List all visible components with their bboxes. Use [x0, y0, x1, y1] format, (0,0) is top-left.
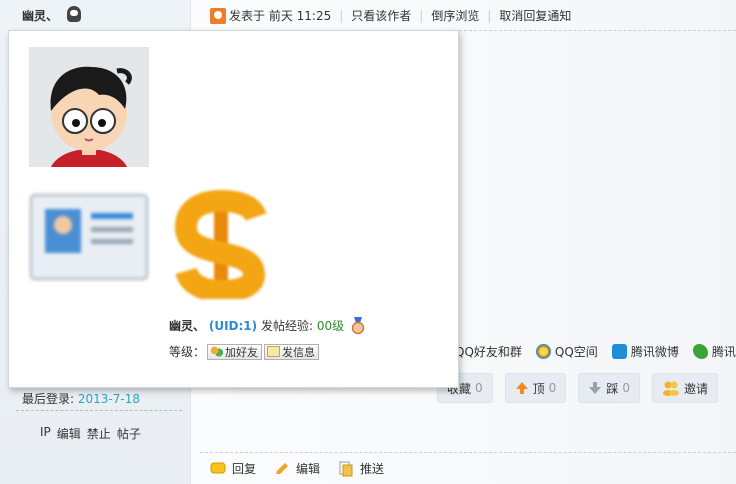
popup-username[interactable]: 幽灵、 — [169, 319, 205, 333]
share-tpengyou[interactable]: 腾讯 — [692, 343, 736, 360]
post-header: 发表于 前天 11:25 | 只看该作者 | 倒序浏览 | 取消回复通知 — [210, 7, 571, 24]
reverse-order-link[interactable]: 倒序浏览 — [431, 7, 479, 24]
user-card-popup: 幽灵、 (UID:1) 发帖经验: 00级 等级： 加好友 发信息 — [8, 30, 459, 388]
user-icon — [210, 7, 226, 24]
tweibo-icon — [611, 344, 627, 359]
ip-link[interactable]: IP — [40, 425, 51, 442]
action-buttons: 收藏 0 顶0 踩0 邀请 — [437, 373, 718, 403]
send-message-button[interactable]: 发信息 — [264, 343, 320, 360]
medal-icon — [351, 317, 365, 335]
share-qq-friends[interactable]: QQ好友和群 — [455, 343, 522, 360]
up-button[interactable]: 顶0 — [504, 373, 567, 403]
author-name[interactable]: 幽灵、 — [22, 7, 58, 24]
posts-link[interactable]: 帖子 — [117, 425, 141, 442]
people-icon — [662, 381, 679, 396]
divider — [200, 452, 736, 453]
cancel-notify-link[interactable]: 取消回复通知 — [499, 7, 571, 24]
dollar-icon — [174, 189, 269, 303]
level-label: 等级： — [169, 345, 206, 359]
pencil-icon — [276, 462, 289, 474]
uid: (UID:1) — [208, 319, 258, 333]
last-login-date: 2013-7-18 — [77, 392, 140, 406]
user-info: 幽灵、 (UID:1) 发帖经验: 00级 — [169, 317, 344, 334]
qq-icon[interactable] — [67, 6, 81, 22]
qzone-icon — [535, 344, 551, 359]
id-card-icon — [29, 191, 149, 283]
reply-icon — [210, 462, 226, 473]
last-login: 最后登录: 2013-7-18 — [22, 392, 140, 406]
avatar[interactable] — [29, 47, 149, 167]
envelope-icon — [267, 346, 281, 357]
reply-button[interactable]: 回复 — [210, 460, 256, 477]
edit-post-button[interactable]: 编辑 — [274, 460, 320, 477]
only-author-link[interactable]: 只看该作者 — [351, 7, 411, 24]
post-time: 发表于 前天 11:25 — [229, 9, 332, 23]
avatar-image — [29, 47, 149, 167]
share-qzone[interactable]: QQ空间 — [535, 343, 598, 360]
push-icon — [339, 461, 353, 476]
share-row: QQ好友和群 QQ空间 腾讯微博 腾讯 — [455, 343, 736, 360]
clover-icon — [692, 344, 708, 359]
admin-links: IP 编辑 禁止 帖子 — [40, 425, 141, 442]
exp-label: 发帖经验: — [260, 319, 314, 333]
exp-value: 00级 — [316, 319, 345, 333]
ban-link[interactable]: 禁止 — [87, 425, 111, 442]
invite-button[interactable]: 邀请 — [651, 373, 718, 403]
push-button[interactable]: 推送 — [338, 460, 384, 477]
arrow-up-icon — [515, 382, 528, 394]
divider — [16, 410, 182, 411]
level-row: 等级： 加好友 发信息 — [169, 343, 320, 360]
edit-user-link[interactable]: 编辑 — [57, 425, 81, 442]
bottom-actions: 回复 编辑 推送 — [210, 460, 384, 477]
down-button[interactable]: 踩0 — [578, 373, 640, 403]
add-friend-button[interactable]: 加好友 — [207, 343, 263, 360]
share-tweibo[interactable]: 腾讯微博 — [611, 343, 679, 360]
arrow-down-icon — [589, 382, 602, 394]
add-friend-icon — [210, 346, 224, 357]
